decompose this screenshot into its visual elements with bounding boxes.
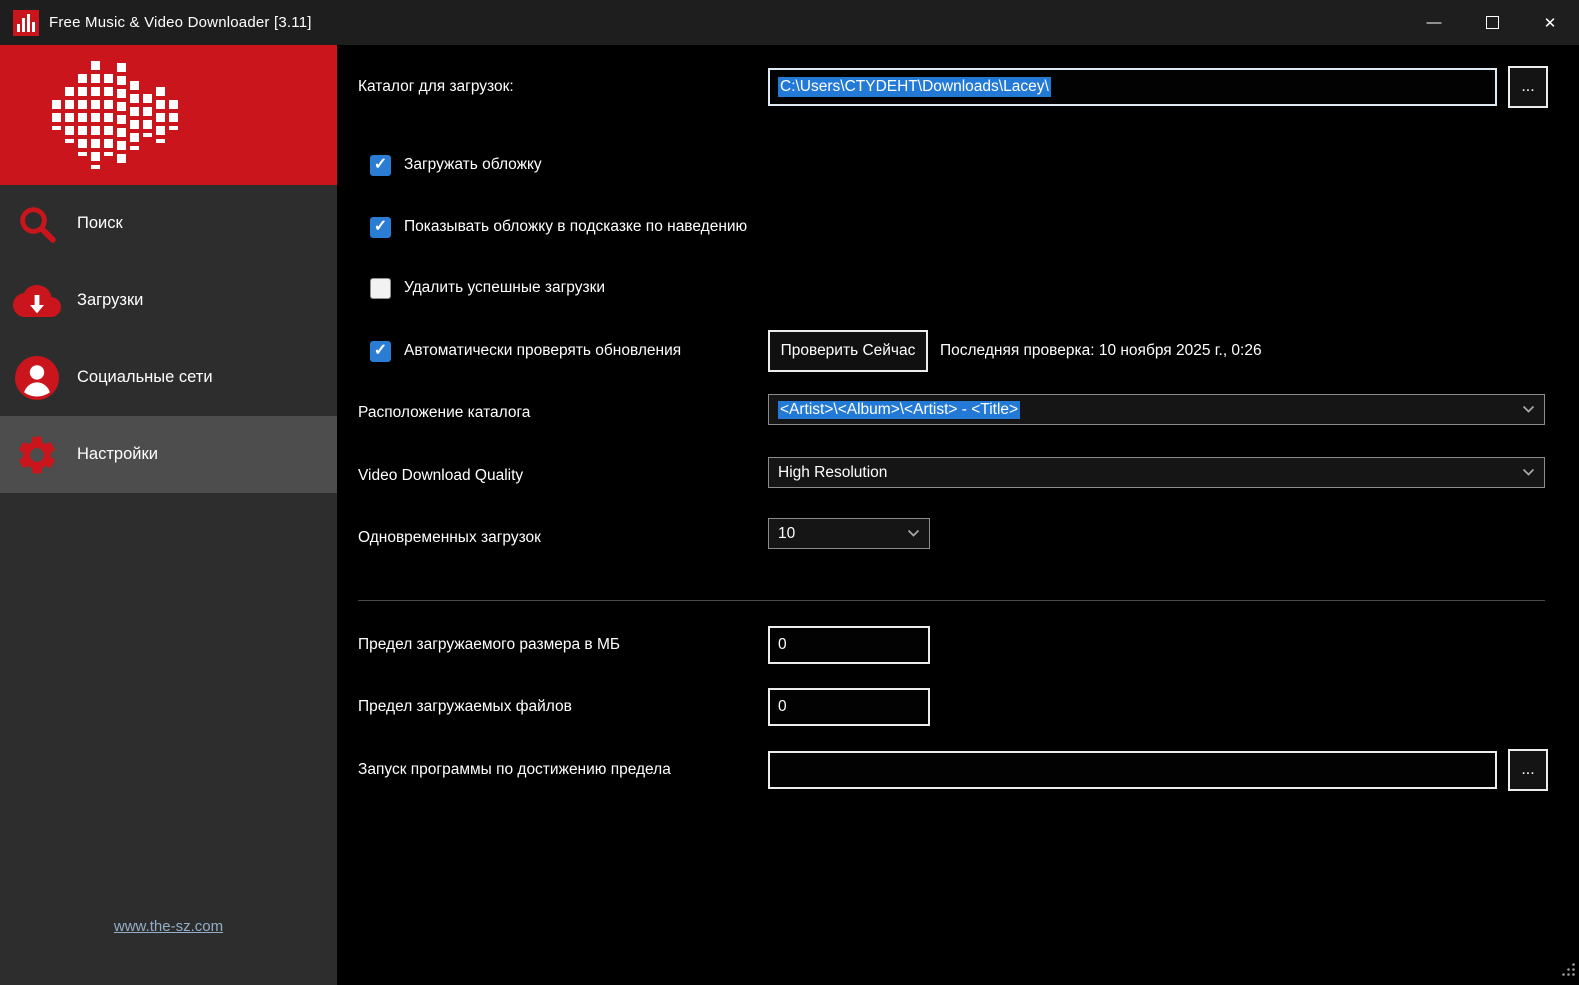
sidebar-item-label: Настройки — [77, 445, 158, 464]
concurrent-downloads-combobox[interactable]: 10 — [768, 518, 930, 549]
size-limit-value: 0 — [778, 636, 787, 654]
person-icon — [13, 354, 61, 402]
checkbox-label: Загружать обложку — [404, 156, 542, 174]
run-program-label: Запуск программы по достижению предела — [358, 751, 671, 789]
sidebar: Поиск Загрузки Социальные сети Настройки — [0, 45, 337, 985]
checkbox-row-remove-successful[interactable]: Удалить успешные загрузки — [370, 276, 605, 300]
website-link-container: www.the-sz.com — [0, 918, 337, 935]
sidebar-item-label: Социальные сети — [77, 368, 213, 387]
combobox-value: 10 — [778, 525, 906, 543]
combobox-value: High Resolution — [778, 464, 1521, 482]
file-limit-input[interactable]: 0 — [768, 688, 930, 726]
sidebar-item-label: Загрузки — [77, 291, 143, 310]
folder-layout-combobox[interactable]: <Artist>\<Album>\<Artist> - <Title> — [768, 394, 1545, 425]
size-limit-input[interactable]: 0 — [768, 626, 930, 664]
sidebar-item-search[interactable]: Поиск — [0, 185, 337, 262]
app-logo-banner — [0, 45, 337, 185]
run-program-browse-button[interactable]: ... — [1508, 749, 1548, 791]
download-dir-browse-button[interactable]: ... — [1508, 66, 1548, 108]
titlebar: Free Music & Video Downloader [3.11] — ✕ — [0, 0, 1579, 45]
run-program-input[interactable] — [768, 751, 1497, 789]
concurrent-downloads-label: Одновременных загрузок — [358, 522, 541, 553]
chevron-down-icon — [906, 529, 920, 538]
checkbox-row-show-cover-tooltip[interactable]: Показывать обложку в подсказке по наведе… — [370, 215, 747, 239]
section-divider — [358, 600, 1545, 601]
window-controls: — ✕ — [1405, 0, 1579, 45]
sidebar-item-social[interactable]: Социальные сети — [0, 339, 337, 416]
minimize-button[interactable]: — — [1405, 0, 1463, 45]
checkbox-label: Удалить успешные загрузки — [404, 279, 605, 297]
checkbox-row-download-cover[interactable]: Загружать обложку — [370, 153, 542, 177]
sidebar-item-downloads[interactable]: Загрузки — [0, 262, 337, 339]
file-limit-label: Предел загружаемых файлов — [358, 688, 572, 726]
last-check-text: Последняя проверка: 10 ноября 2025 г., 0… — [940, 339, 1262, 363]
chevron-down-icon — [1521, 468, 1535, 477]
app-logo-icon — [13, 10, 39, 36]
sidebar-item-label: Поиск — [77, 214, 123, 233]
check-now-button[interactable]: Проверить Сейчас — [768, 330, 928, 372]
combobox-value: <Artist>\<Album>\<Artist> - <Title> — [778, 401, 1521, 419]
auto-update-checkbox[interactable] — [370, 341, 391, 362]
checkbox-label: Автоматически проверять обновления — [404, 342, 681, 360]
maximize-button[interactable] — [1463, 0, 1521, 45]
remove-successful-checkbox[interactable] — [370, 278, 391, 299]
checkbox-row-auto-update[interactable]: Автоматически проверять обновления — [370, 339, 681, 363]
close-button[interactable]: ✕ — [1521, 0, 1579, 45]
resize-grip[interactable] — [1561, 962, 1576, 982]
app-window: Free Music & Video Downloader [3.11] — ✕… — [0, 0, 1579, 985]
cloud-download-icon — [13, 277, 61, 325]
video-quality-label: Video Download Quality — [358, 460, 523, 491]
gear-icon — [13, 431, 61, 479]
download-dir-value: C:\Users\CTYDEHT\Downloads\Lacey\ — [778, 77, 1051, 97]
search-icon — [13, 200, 61, 248]
window-title: Free Music & Video Downloader [3.11] — [49, 14, 312, 31]
settings-pane: Каталог для загрузок: C:\Users\CTYDEHT\D… — [337, 45, 1579, 985]
sidebar-item-settings[interactable]: Настройки — [0, 416, 337, 493]
download-dir-label: Каталог для загрузок: — [358, 68, 514, 106]
download-cover-checkbox[interactable] — [370, 155, 391, 176]
download-dir-input[interactable]: C:\Users\CTYDEHT\Downloads\Lacey\ — [768, 68, 1497, 106]
chevron-down-icon — [1521, 405, 1535, 414]
show-cover-tooltip-checkbox[interactable] — [370, 217, 391, 238]
website-link[interactable]: www.the-sz.com — [114, 918, 223, 935]
file-limit-value: 0 — [778, 698, 787, 716]
folder-layout-label: Расположение каталога — [358, 397, 530, 428]
video-quality-combobox[interactable]: High Resolution — [768, 457, 1545, 488]
checkbox-label: Показывать обложку в подсказке по наведе… — [404, 218, 747, 236]
size-limit-label: Предел загружаемого размера в МБ — [358, 626, 620, 664]
maximize-icon — [1486, 16, 1499, 29]
